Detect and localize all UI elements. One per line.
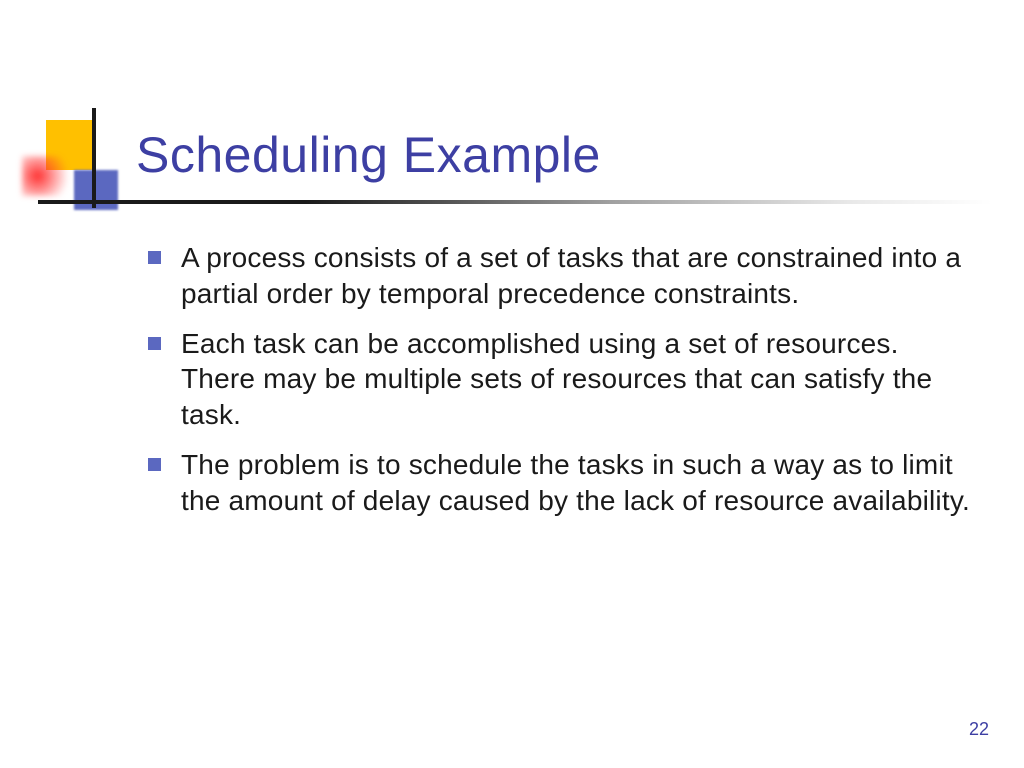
page-number: 22: [969, 719, 989, 740]
title-underline: [38, 200, 992, 204]
bullet-text: A process consists of a set of tasks tha…: [181, 240, 972, 312]
red-decoration-blur: [22, 156, 74, 196]
slide-title: Scheduling Example: [136, 126, 601, 184]
bullet-marker-icon: [148, 337, 161, 350]
bullet-text: The problem is to schedule the tasks in …: [181, 447, 972, 519]
bullet-marker-icon: [148, 458, 161, 471]
bullet-marker-icon: [148, 251, 161, 264]
blue-decoration-square: [74, 170, 118, 210]
bullet-item: The problem is to schedule the tasks in …: [148, 447, 972, 519]
bullet-item: A process consists of a set of tasks tha…: [148, 240, 972, 312]
slide-content: A process consists of a set of tasks tha…: [148, 240, 972, 533]
bullet-item: Each task can be accomplished using a se…: [148, 326, 972, 433]
vertical-decoration-line: [92, 108, 96, 208]
bullet-text: Each task can be accomplished using a se…: [181, 326, 972, 433]
slide-decoration: [22, 108, 132, 208]
